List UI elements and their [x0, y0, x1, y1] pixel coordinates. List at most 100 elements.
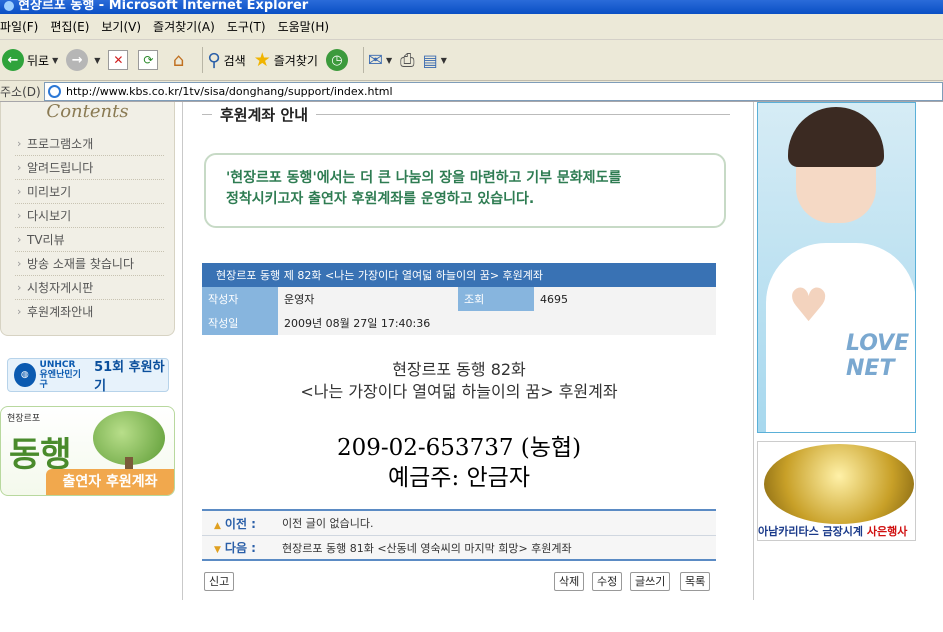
nav-item[interactable]: TV리뷰 [15, 228, 164, 252]
refresh-button[interactable]: ⟳ [138, 50, 160, 70]
post-info-table: 현장르포 동행 제 82화 <나는 가장이다 열여덟 하늘이의 꿈> 후원계좌 … [202, 263, 716, 335]
menu-edit[interactable]: 편집(E) [50, 18, 89, 35]
print-button[interactable]: ⎙ [400, 50, 414, 71]
nav-item[interactable]: 알려드립니다 [15, 156, 164, 180]
unhcr-logo-text: UNHCR 유엔난민기구 [39, 360, 81, 390]
love-net-ad[interactable]: ♥ LOVE NET [757, 102, 916, 433]
nav-item[interactable]: 후원계좌안내 [15, 300, 164, 324]
author-label: 작성자 [202, 287, 278, 311]
watch-ad-promo: 사은행사 [866, 525, 908, 538]
stop-button[interactable]: ✕ [108, 50, 130, 70]
search-label: 검색 [223, 53, 246, 68]
donghang-support-banner[interactable]: 현장르포 동행 출연자 후원계좌 [0, 406, 175, 496]
home-icon: ⌂ [172, 49, 185, 71]
main-content: 후원계좌 안내 '현장르포 동행'에서는 더 큰 나눔의 장을 마련하고 기부 … [202, 102, 730, 600]
prev-next-nav: ▲ 이전 : 이전 글이 없습니다. ▼ 다음 : 현장르포 동행 81화 <산동네… [202, 509, 716, 561]
back-button[interactable]: ← 뒤로 ▼ [2, 49, 58, 71]
author-value: 운영자 [278, 287, 458, 311]
contents-title: Contents [46, 101, 129, 122]
dropdown-arrow-icon[interactable]: ▼ [386, 56, 392, 65]
views-label: 조회 [458, 287, 534, 311]
up-arrow-icon: ▲ [214, 520, 221, 531]
history-icon: ◷ [325, 49, 348, 71]
dropdown-arrow-icon[interactable]: ▼ [94, 56, 100, 65]
post-body-line: 현장르포 동행 82화 [392, 360, 526, 379]
write-button[interactable]: 글쓰기 [630, 572, 671, 591]
notice-line: '현장르포 동행'에서는 더 큰 나눔의 장을 마련하고 기부 문화제도를 [226, 170, 622, 186]
forward-arrow-icon: → [66, 49, 89, 71]
down-arrow-icon: ▼ [214, 545, 221, 555]
header-rule [202, 113, 212, 115]
heart-icon: ♥ [788, 278, 830, 332]
forward-button[interactable]: → ▼ [66, 49, 100, 71]
delete-button[interactable]: 삭제 [554, 572, 585, 591]
menu-favorites[interactable]: 즐겨찾기(A) [153, 18, 215, 35]
search-icon: ⚲ [207, 49, 221, 71]
notice-line: 정착시키고자 출연자 후원계좌를 운영하고 있습니다. [226, 191, 535, 207]
toolbar-separator [202, 47, 204, 73]
back-arrow-icon: ← [2, 49, 24, 71]
dropdown-arrow-icon[interactable]: ▼ [52, 56, 58, 65]
watch-ad-brand: 아남카리타스 금장시계 [758, 525, 864, 538]
unhcr-banner-text: 51회 후원하기 [94, 360, 165, 394]
notice-box: '현장르포 동행'에서는 더 큰 나눔의 장을 마련하고 기부 문화제도를 정착… [204, 153, 726, 228]
report-button[interactable]: 신고 [204, 572, 235, 591]
action-buttons: 신고 삭제 수정 글쓰기 목록 [202, 572, 716, 592]
gold-watch-image [764, 444, 914, 524]
nav-item[interactable]: 다시보기 [15, 204, 164, 228]
menu-file[interactable]: 파일(F) [0, 18, 38, 35]
watch-ad-caption: 아남카리타스 금장시계 사은행사 [758, 524, 915, 540]
toolbar: ← 뒤로 ▼ → ▼ ✕ ⟳ ⌂ ⚲ 검색 ★ 즐겨찾기 ◷ ✉ ▼ ⎙ ▤ ▼ [0, 40, 943, 81]
stop-icon: ✕ [108, 50, 129, 70]
account-number: 209-02-653737 (농협) [336, 435, 582, 461]
date-value: 2009년 08월 27일 17:40:36 [278, 311, 716, 335]
post-title: 현장르포 동행 제 82화 <나는 가장이다 열여덟 하늘이의 꿈> 후원계좌 [202, 263, 716, 287]
home-button[interactable]: ⌂ [168, 49, 190, 71]
nav-item[interactable]: 시청자게시판 [15, 276, 164, 300]
prev-post-row: ▲ 이전 : 이전 글이 없습니다. [202, 511, 716, 536]
list-button[interactable]: 목록 [680, 572, 711, 591]
section-title: 후원계좌 안내 [220, 105, 309, 124]
back-label: 뒤로 [27, 53, 50, 68]
toolbar-separator [362, 47, 364, 73]
star-icon: ★ [253, 49, 271, 71]
favorites-label: 즐겨찾기 [273, 53, 318, 68]
search-button[interactable]: ⚲ 검색 [207, 50, 245, 71]
nav-list: 프로그램소개 알려드립니다 미리보기 다시보기 TV리뷰 방송 소재를 찾습니다… [15, 132, 164, 324]
column-divider [753, 102, 754, 600]
history-button[interactable]: ◷ [325, 49, 351, 71]
edit-post-button[interactable]: 수정 [592, 572, 623, 591]
unhcr-banner[interactable]: ◍ UNHCR 유엔난민기구 51회 후원하기 [7, 358, 169, 394]
print-icon: ⎙ [400, 49, 415, 71]
nav-item[interactable]: 미리보기 [15, 180, 164, 204]
ad-love-net-text: LOVE NET [846, 331, 910, 381]
next-post-link[interactable]: 현장르포 동행 81화 <산동네 영숙씨의 마지막 희망> 후원계좌 [282, 540, 572, 556]
menu-tools[interactable]: 도구(T) [227, 18, 266, 35]
date-label: 작성일 [202, 311, 278, 335]
ie-icon [4, 0, 14, 11]
edit-button[interactable]: ▤ ▼ [423, 51, 447, 70]
address-label: 주소(D) [0, 84, 41, 99]
ad-model-hair [788, 107, 884, 167]
window-title: 현장르포 동행 - Microsoft Internet Explorer [18, 0, 309, 13]
menu-help[interactable]: 도움말(H) [278, 18, 330, 35]
dropdown-arrow-icon[interactable]: ▼ [441, 56, 447, 65]
favorites-button[interactable]: ★ 즐겨찾기 [254, 49, 318, 71]
next-label: ▼ 다음 : [214, 541, 256, 555]
window-title-bar: 현장르포 동행 - Microsoft Internet Explorer [0, 0, 943, 14]
refresh-icon: ⟳ [138, 50, 159, 70]
address-bar: 주소(D) http://www.kbs.co.kr/1tv/sisa/dong… [0, 81, 943, 102]
page-content: Contents 프로그램소개 알려드립니다 미리보기 다시보기 TV리뷰 방송… [0, 102, 943, 600]
nav-item[interactable]: 방송 소재를 찾습니다 [15, 252, 164, 276]
column-divider [182, 102, 183, 600]
watch-ad[interactable]: 아남카리타스 금장시계 사은행사 [757, 441, 916, 541]
banner-support-text: 출연자 후원계좌 [46, 469, 174, 495]
page-icon [48, 84, 61, 98]
menu-view[interactable]: 보기(V) [101, 18, 141, 35]
post-body-line: <나는 가장이다 열여덟 하늘이의 꿈> 후원계좌 [300, 382, 618, 401]
prev-text: 이전 글이 없습니다. [282, 517, 374, 530]
mail-icon: ✉ [367, 49, 383, 71]
mail-button[interactable]: ✉ ▼ [368, 50, 392, 71]
address-input[interactable]: http://www.kbs.co.kr/1tv/sisa/donghang/s… [44, 81, 943, 101]
nav-item[interactable]: 프로그램소개 [15, 132, 164, 156]
